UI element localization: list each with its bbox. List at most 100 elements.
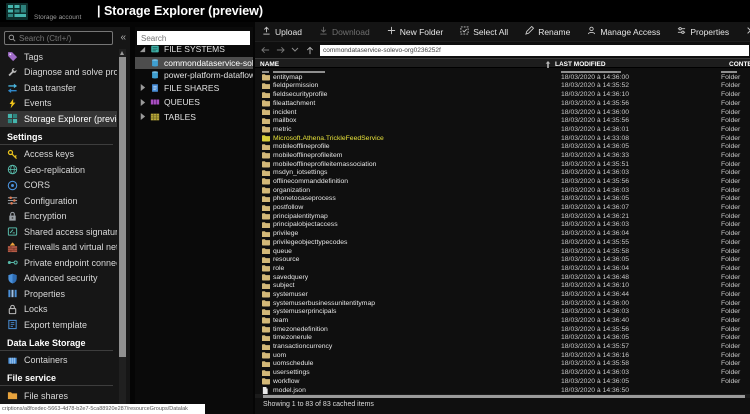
- select-all-button[interactable]: Select All: [460, 26, 508, 37]
- rename-button[interactable]: Rename: [525, 26, 570, 37]
- sidebar-item-advanced-security[interactable]: Advanced security: [0, 271, 117, 287]
- file-row-organization[interactable]: organization18/03/2020 à 14:36:03Folder: [255, 186, 750, 195]
- file-name: subject: [273, 282, 295, 289]
- manage-access-button[interactable]: Manage Access: [587, 26, 660, 37]
- file-row-phonetocaseprocess[interactable]: phonetocaseprocess18/03/2020 à 14:36:05F…: [255, 195, 750, 204]
- file-row-postfollow[interactable]: postfollow18/03/2020 à 14:36:07Folder: [255, 203, 750, 212]
- file-row-role[interactable]: role18/03/2020 à 14:36:04Folder: [255, 264, 750, 273]
- file-row-entitymap[interactable]: entitymap18/03/2020 à 14:36:00Folder: [255, 73, 750, 82]
- file-row-mobileofflineprofileitem[interactable]: mobileofflineprofileitem18/03/2020 à 14:…: [255, 151, 750, 160]
- tree-node-file-systems[interactable]: FILE SYSTEMS: [135, 42, 253, 57]
- file-row-mobileofflineprofileitemassociation[interactable]: mobileofflineprofileitemassociation18/03…: [255, 160, 750, 169]
- file-row-queue[interactable]: queue18/03/2020 à 14:35:58Folder: [255, 247, 750, 256]
- new-folder-button[interactable]: New Folder: [387, 26, 443, 37]
- address-input[interactable]: [320, 45, 749, 56]
- file-row-offlinecommanddefinition[interactable]: offlinecommanddefinition18/03/2020 à 14:…: [255, 177, 750, 186]
- up-directory-icon[interactable]: [305, 46, 315, 55]
- file-row-workflow[interactable]: workflow18/03/2020 à 14:36:05Folder: [255, 377, 750, 386]
- sidebar-item-containers[interactable]: Containers: [0, 353, 117, 369]
- folder-icon: [262, 213, 270, 220]
- file-row-team[interactable]: team18/03/2020 à 14:36:40Folder: [255, 316, 750, 325]
- file-row-subject[interactable]: subject18/03/2020 à 14:36:10Folder: [255, 282, 750, 291]
- expander-expanded-icon[interactable]: [138, 46, 146, 53]
- delete-button[interactable]: Delete: [746, 26, 750, 37]
- sidebar-scrollbar-thumb[interactable]: [119, 57, 126, 357]
- file-row-systemuserprincipals[interactable]: systemuserprincipals18/03/2020 à 14:36:0…: [255, 308, 750, 317]
- file-row-uom[interactable]: uom18/03/2020 à 14:36:16Folder: [255, 351, 750, 360]
- file-row-systemuserbusinessunitentitymap[interactable]: systemuserbusinessunitentitymap18/03/202…: [255, 299, 750, 308]
- file-row-privilegeobjecttypecodes[interactable]: privilegeobjecttypecodes18/03/2020 à 14:…: [255, 238, 750, 247]
- column-header-last-modified[interactable]: LAST MODIFIED: [555, 61, 606, 68]
- file-last-modified: 18/03/2020 à 14:36:50: [561, 387, 629, 394]
- expander-collapsed-icon[interactable]: [138, 113, 146, 120]
- upload-button[interactable]: Upload: [262, 26, 302, 37]
- tree-node-tables[interactable]: TABLES: [135, 110, 253, 125]
- back-icon[interactable]: [260, 46, 270, 54]
- sidebar-item-geo-replication[interactable]: Geo-replication: [0, 162, 117, 178]
- file-row-savedquery[interactable]: savedquery18/03/2020 à 14:36:48Folder: [255, 273, 750, 282]
- download-button[interactable]: Download: [319, 26, 370, 37]
- file-row-resource[interactable]: resource18/03/2020 à 14:36:05Folder: [255, 255, 750, 264]
- file-row-incident[interactable]: incident18/03/2020 à 14:36:00Folder: [255, 108, 750, 117]
- column-header-name[interactable]: NAME: [260, 61, 279, 68]
- file-row-microsoft-athena-tricklefeedservice[interactable]: Microsoft.Athena.TrickleFeedService18/03…: [255, 134, 750, 143]
- scroll-up-arrow-icon[interactable]: [120, 51, 124, 55]
- sidebar-item-configuration[interactable]: Configuration: [0, 193, 117, 209]
- forward-icon[interactable]: [275, 46, 285, 54]
- tree-node-file-shares[interactable]: FILE SHARES: [135, 81, 253, 96]
- file-name: uomschedule: [273, 360, 313, 367]
- file-row-uomschedule[interactable]: uomschedule18/03/2020 à 14:35:58Folder: [255, 360, 750, 369]
- tree-panel: FILE SYSTEMScommondataservice-solevo-org…: [135, 27, 253, 414]
- horizontal-scrollbar[interactable]: [255, 394, 750, 398]
- file-row-principalobjectaccess[interactable]: principalobjectaccess18/03/2020 à 14:36:…: [255, 221, 750, 230]
- tree-node-power-platform-dataflows[interactable]: power-platform-dataflows: [135, 69, 253, 81]
- sidebar-collapse-button[interactable]: «: [120, 31, 126, 45]
- sidebar-item-locks[interactable]: Locks: [0, 302, 117, 318]
- chevron-down-icon[interactable]: [290, 47, 300, 53]
- file-row-metric[interactable]: metric18/03/2020 à 14:36:01Folder: [255, 125, 750, 134]
- sidebar-item-shared-access-signature[interactable]: Shared access signature: [0, 224, 117, 240]
- sidebar-item-tags[interactable]: Tags: [0, 49, 117, 65]
- sidebar-item-data-transfer[interactable]: Data transfer: [0, 80, 117, 96]
- sidebar-item-label: Storage Explorer (preview): [24, 114, 117, 124]
- file-row-mailbox[interactable]: mailbox18/03/2020 à 14:35:56Folder: [255, 116, 750, 125]
- sidebar-scrollbar[interactable]: [119, 49, 126, 414]
- expander-collapsed-icon[interactable]: [138, 84, 146, 91]
- file-row-transactioncurrency[interactable]: transactioncurrency18/03/2020 à 14:35:57…: [255, 342, 750, 351]
- file-row-fileattachment[interactable]: fileattachment18/03/2020 à 14:35:56Folde…: [255, 99, 750, 108]
- toolbar-button-label: New Folder: [400, 27, 443, 37]
- sidebar-item-file-shares[interactable]: File shares: [0, 388, 117, 404]
- sidebar-item-export-template[interactable]: Export template: [0, 317, 117, 333]
- sidebar-item-encryption[interactable]: Encryption: [0, 209, 117, 225]
- file-row-fieldsecurityprofile[interactable]: fieldsecurityprofile18/03/2020 à 14:36:1…: [255, 90, 750, 99]
- tree-node-queues[interactable]: QUEUES: [135, 95, 253, 110]
- sidebar-item-diagnose-and-solve-problems[interactable]: Diagnose and solve problems: [0, 65, 117, 81]
- sidebar-item-firewalls-and-virtual-networks[interactable]: Firewalls and virtual networks: [0, 240, 117, 256]
- sidebar-item-cors[interactable]: CORS: [0, 178, 117, 194]
- file-last-modified: 18/03/2020 à 14:36:00: [561, 109, 629, 116]
- tree-node-commondataservice-solevo-org0236252f[interactable]: commondataservice-solevo-org0236252f: [135, 57, 253, 69]
- horizontal-scrollbar-thumb[interactable]: [263, 395, 745, 398]
- sidebar-item-storage-explorer-preview[interactable]: Storage Explorer (preview): [0, 111, 117, 127]
- file-row-privilege[interactable]: privilege18/03/2020 à 14:36:04Folder: [255, 229, 750, 238]
- column-header-content-type[interactable]: CONTENT TYPE: [729, 61, 750, 68]
- sidebar-item-private-endpoint-connections[interactable]: Private endpoint connections: [0, 255, 117, 271]
- file-row-msdyn-iotsettings[interactable]: msdyn_iotsettings18/03/2020 à 14:36:03Fo…: [255, 169, 750, 178]
- sidebar-item-events[interactable]: Events: [0, 96, 117, 112]
- file-row-usersettings[interactable]: usersettings18/03/2020 à 14:36:03Folder: [255, 368, 750, 377]
- file-row-mobileofflineprofile[interactable]: mobileofflineprofile18/03/2020 à 14:36:0…: [255, 143, 750, 152]
- file-name: fileattachment: [273, 100, 315, 107]
- file-row-principalentitymap[interactable]: principalentitymap18/03/2020 à 14:36:21F…: [255, 212, 750, 221]
- sidebar-search-input[interactable]: [19, 34, 109, 43]
- file-row-timezonedefinition[interactable]: timezonedefinition18/03/2020 à 14:35:56F…: [255, 325, 750, 334]
- file-content-type: Folder: [721, 152, 740, 159]
- properties-button[interactable]: Properties: [677, 26, 729, 37]
- file-row-systemuser[interactable]: systemuser18/03/2020 à 14:36:44Folder: [255, 290, 750, 299]
- file-row-timezonerule[interactable]: timezonerule18/03/2020 à 14:36:05Folder: [255, 334, 750, 343]
- file-row-fieldpermission[interactable]: fieldpermission18/03/2020 à 14:35:52Fold…: [255, 82, 750, 91]
- sidebar-search[interactable]: [4, 31, 113, 45]
- storage-explorer-icon: [7, 113, 18, 124]
- sidebar-item-properties[interactable]: Properties: [0, 286, 117, 302]
- sidebar-item-access-keys[interactable]: Access keys: [0, 147, 117, 163]
- expander-collapsed-icon[interactable]: [138, 99, 146, 106]
